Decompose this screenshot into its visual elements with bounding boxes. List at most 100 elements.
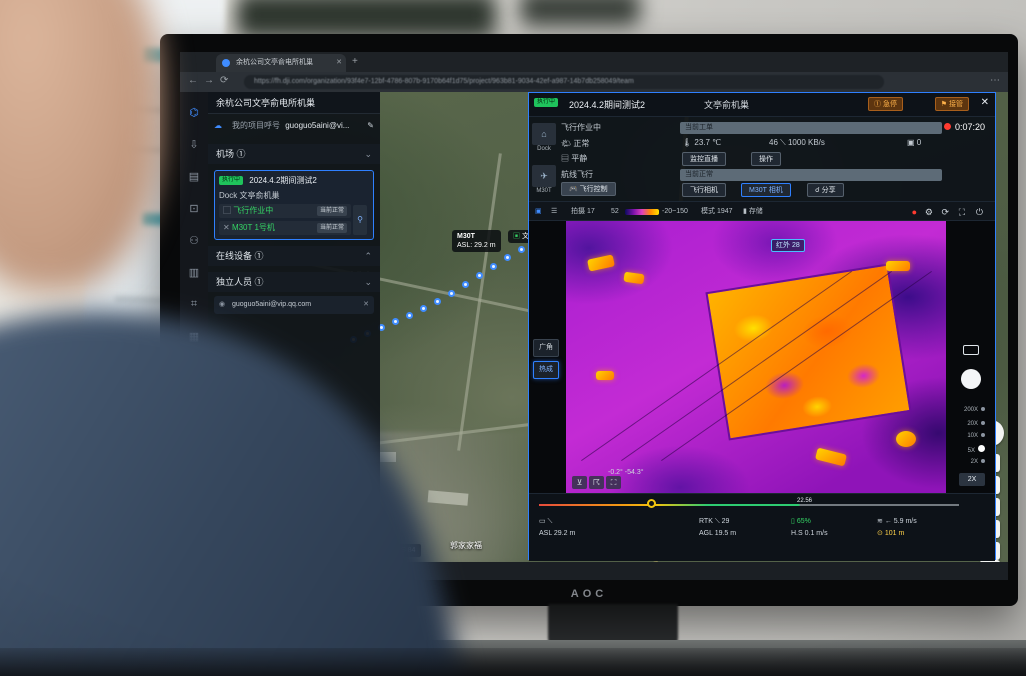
wind-icon: ▤ (561, 154, 569, 163)
storage-readout: ▮ 存储 (743, 202, 763, 222)
edit-icon[interactable]: ✎ (367, 114, 374, 138)
gear-icon[interactable]: ⚙ (925, 202, 933, 222)
rail-upload-icon[interactable]: ⇩ (180, 138, 208, 151)
drone-map-label: M30T ASL: 29.2 m (452, 230, 501, 252)
browser-tab[interactable]: 余杭公司文亭俞电所机巢 ✕ (216, 54, 346, 72)
zoom-level[interactable]: 200X (951, 407, 985, 413)
telemetry-bar: 22.56 ▭ ⟍ ASL 29.2 m RTK ⟍ 29 AGL 19.5 m… (529, 493, 995, 561)
fullscreen-icon[interactable]: ⛶ (959, 202, 965, 222)
rail-home-icon[interactable]: ⌬ (180, 106, 208, 119)
section-online-devices[interactable]: 在线设备 ① ⌃ (208, 246, 380, 266)
zoom-current-button[interactable]: 2X (959, 473, 985, 486)
shutter-button[interactable] (961, 369, 981, 389)
project-account-row[interactable]: ☁ 我的项目呼号 guoguo5aini@vi... ✎ (208, 114, 380, 138)
expand-icon[interactable]: ⛶ (606, 476, 621, 489)
route-waypoint[interactable] (518, 246, 525, 253)
new-tab-button[interactable]: + (352, 56, 358, 67)
zoom-level[interactable]: 10X (951, 433, 985, 439)
route-waypoint[interactable] (504, 254, 511, 261)
route-mode-status: 航线飞行 (561, 169, 593, 180)
reload-icon[interactable]: ⟳ (220, 75, 228, 86)
member-email: guoguo5aini@vip.qq.com (232, 301, 311, 308)
thermal-video-feed[interactable]: 红外 28 -0.2° -54.3° ⊻☈⛶ (566, 221, 946, 493)
tab-title: 余杭公司文亭俞电所机巢 (236, 59, 313, 66)
drone-map-alt: ASL: 29.2 m (457, 242, 496, 249)
thermal-hotspot (896, 431, 916, 447)
thermal-hotspot (886, 261, 910, 271)
takeover-button[interactable]: ⚑ 接管 (935, 97, 969, 111)
rail-task-icon[interactable]: ⌗ (180, 298, 208, 311)
drone-thumb-label: M30T (532, 188, 556, 194)
refresh-icon[interactable]: ⟳ (941, 202, 949, 222)
route-waypoint[interactable] (406, 312, 413, 319)
project-value: guoguo5aini@vi... (285, 121, 349, 130)
close-icon[interactable]: ✕ (981, 97, 989, 108)
zoom-level[interactable]: 2X (951, 459, 985, 465)
desk-shadow (0, 648, 1026, 676)
device-status: 当前正常 (317, 223, 347, 233)
forward-icon[interactable]: → (204, 75, 214, 86)
power-icon[interactable]: ⏻ (976, 202, 983, 222)
bell-icon[interactable]: ⚲ (353, 205, 367, 235)
gimbal-pitch-icon[interactable]: ⊻ (572, 476, 587, 489)
back-icon[interactable]: ← (188, 75, 198, 86)
tab-close-icon[interactable]: ✕ (336, 54, 342, 72)
rail-media-icon[interactable]: ▤ (180, 170, 208, 183)
gimbal-yaw-icon[interactable]: ☈ (589, 476, 604, 489)
workorder-bar: 当前工单 (680, 122, 942, 134)
browser-toolbar: ← → ⟳ https://fh.dji.com/organization/93… (180, 72, 1008, 92)
browser-menu-icon[interactable]: ⋯ (990, 75, 1000, 86)
lens-tab-thermal[interactable]: 热成 (533, 361, 559, 379)
rail-monitor-icon[interactable]: ⊡ (180, 202, 208, 215)
route-waypoint[interactable] (434, 298, 441, 305)
emergency-stop-button[interactable]: ① 急停 (868, 97, 903, 111)
section-members[interactable]: 独立人员 ① ⌄ (208, 272, 380, 292)
device-row[interactable]: ▢ 飞行作业中 当前正常 (219, 204, 351, 218)
drone-mini-icon: ✕ (223, 223, 230, 232)
section-airport[interactable]: 机场 ① ⌄ (208, 144, 380, 164)
operation-button[interactable]: 操作 (751, 152, 781, 166)
asl-value: ASL 29.2 m (539, 530, 575, 537)
remove-member-icon[interactable]: ✕ (363, 296, 369, 314)
member-row[interactable]: ◉ guoguo5aini@vip.qq.com ✕ (214, 296, 374, 314)
photo-video-toggle-icon[interactable] (963, 345, 979, 355)
share-button[interactable]: ☌ 分享 (807, 183, 844, 197)
route-waypoint[interactable] (490, 263, 497, 270)
live-monitor-button[interactable]: 监控直播 (682, 152, 726, 166)
zoom-level-current[interactable]: 5X (951, 445, 985, 454)
rail-library-icon[interactable]: ▥ (180, 266, 208, 279)
panel-status-badge: 执行中 (534, 98, 558, 107)
address-bar[interactable]: https://fh.dji.com/organization/93f4e7-1… (244, 75, 884, 89)
route-waypoint[interactable] (462, 281, 469, 288)
route-waypoint[interactable] (392, 318, 399, 325)
mission-progress-line (539, 504, 959, 506)
stream-quality-icon[interactable]: ▣ (535, 202, 542, 222)
camera-menu-icon[interactable]: ☰ (551, 202, 557, 222)
zoom-level[interactable]: 20X (951, 421, 985, 427)
record-time: 0:07:20 (955, 122, 985, 132)
distance-icon: ⊙ (877, 530, 883, 537)
chevron-down-icon[interactable]: ⌄ (364, 272, 372, 292)
route-waypoint[interactable] (420, 305, 427, 312)
panel-subtitle: 文亭俞机巢 (704, 98, 749, 111)
rail-member-icon[interactable]: ⚇ (180, 234, 208, 247)
wind-status: ▤ 平静 (561, 153, 587, 164)
record-icon[interactable]: ● (912, 202, 917, 222)
gimbal-angles: -0.2° -54.3° (608, 469, 644, 476)
camera-side-controls: 200X 20X 10X 5X 2X 2X (947, 221, 989, 493)
chevron-up-icon[interactable]: ⌃ (364, 246, 372, 266)
route-waypoint[interactable] (448, 290, 455, 297)
device-card[interactable]: 执行中 2024.4.2期间测试2 Dock 文亭俞机巢 ▢ 飞行作业中 当前正… (214, 170, 374, 240)
device-row[interactable]: ✕ M30T 1号机 当前正常 (219, 221, 351, 235)
m30t-camera-button[interactable]: M30T 相机 (741, 183, 791, 197)
thermal-palette-icon[interactable] (625, 209, 659, 215)
thermal-vehicle (587, 254, 615, 271)
lens-tab-wide[interactable]: 广角 (533, 339, 559, 357)
spot-temperature-badge[interactable]: 红外 28 (771, 239, 805, 252)
route-waypoint[interactable] (476, 272, 483, 279)
fpv-camera-button[interactable]: 飞行相机 (682, 183, 726, 197)
wind-dir-icon: ≋ (877, 518, 883, 525)
chevron-down-icon[interactable]: ⌄ (364, 144, 372, 164)
link-quality: 46 ⟍ 1000 KB/s (769, 138, 825, 148)
flight-control-button[interactable]: 🎮 飞行控制 (561, 182, 616, 196)
